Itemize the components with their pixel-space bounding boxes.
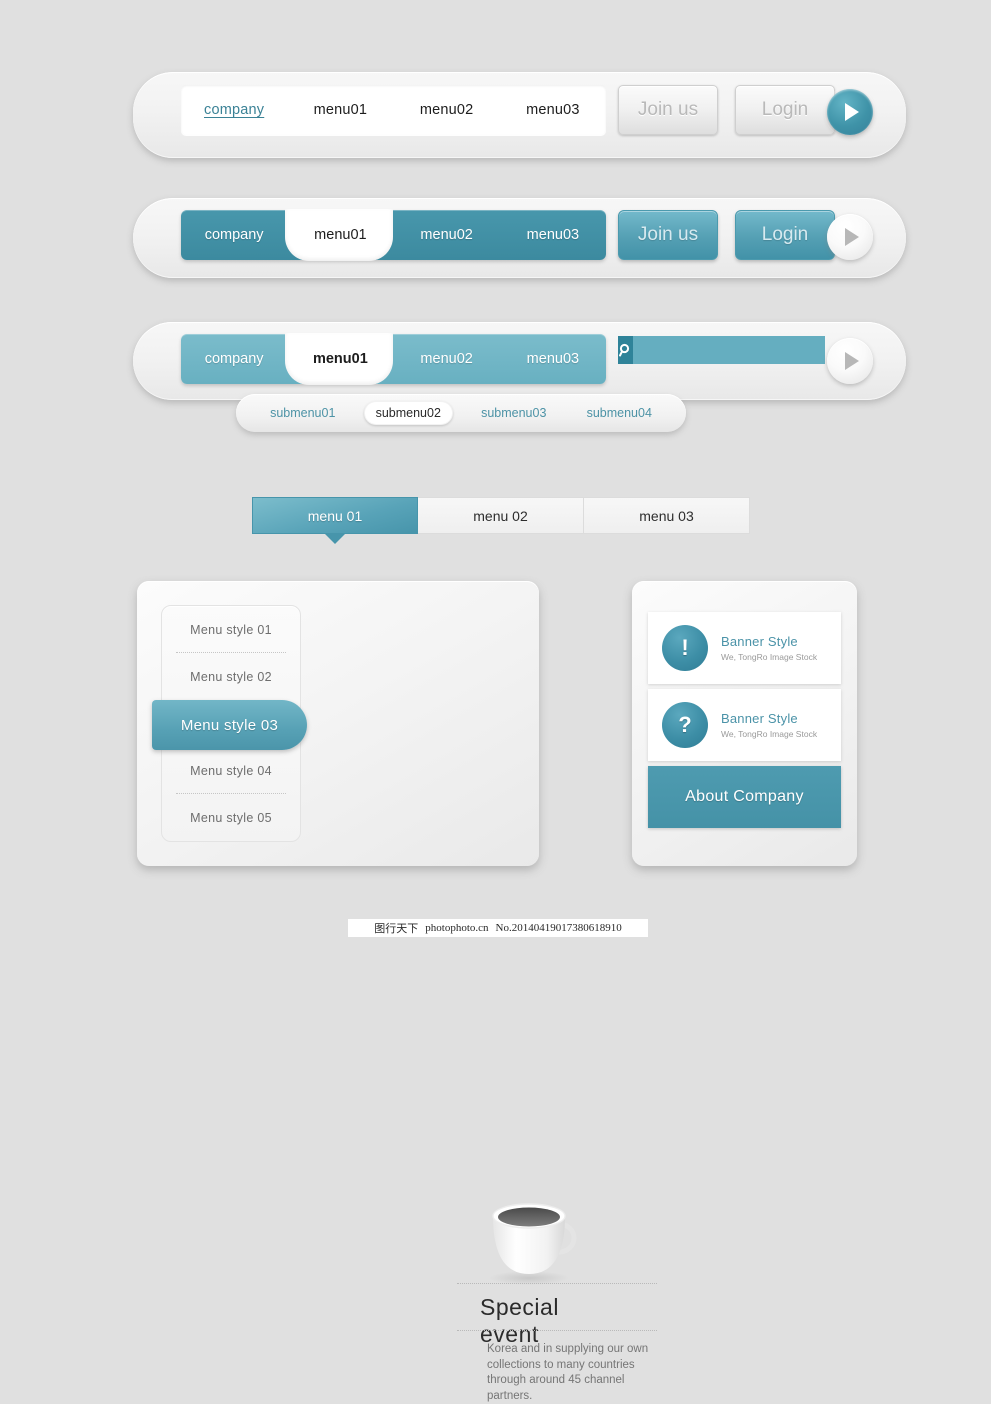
nav-item-company[interactable]: company (181, 227, 287, 243)
search-input[interactable] (633, 336, 825, 364)
tab-menu-02[interactable]: menu 02 (418, 497, 584, 534)
tab-menu-01[interactable]: menu 01 (252, 497, 418, 534)
menu-style-item-03[interactable]: Menu style 03 (152, 700, 307, 750)
nav-item-menu02[interactable]: menu02 (394, 351, 500, 367)
nav-item-company[interactable]: company (181, 351, 287, 367)
nav-bar-style-1: company menu01 menu02 menu03 Join us Log… (133, 72, 906, 158)
banner-title: Banner Style (721, 634, 798, 649)
banner-item[interactable]: ! Banner Style We, TongRo Image Stock (648, 612, 841, 684)
search-icon[interactable] (618, 336, 633, 364)
banner-item[interactable]: ? Banner Style We, TongRo Image Stock (648, 689, 841, 761)
menu-style-item-05[interactable]: Menu style 05 (162, 794, 300, 841)
nav-item-menu03[interactable]: menu03 (500, 351, 606, 367)
tab-row: menu 01 menu 02 menu 03 (252, 497, 750, 534)
content-panel-right: ! Banner Style We, TongRo Image Stock ? … (632, 581, 857, 866)
nav-menu-white: company menu01 menu02 menu03 (181, 85, 606, 135)
nav-item-menu03[interactable]: menu03 (500, 102, 606, 118)
nav-item-menu02[interactable]: menu02 (394, 227, 500, 243)
footer-watermark: 图行天下 photophoto.cn No.201404190173806189… (348, 919, 648, 937)
play-button[interactable] (827, 214, 873, 260)
banner-subtitle: We, TongRo Image Stock (721, 729, 818, 739)
nav-menu-teal: company menu01 menu02 menu03 (181, 209, 606, 261)
menu-style-item-01[interactable]: Menu style 01 (162, 606, 300, 653)
submenu-bar: submenu01 submenu02 submenu03 submenu04 (236, 394, 686, 432)
nav-item-menu02[interactable]: menu02 (394, 102, 500, 118)
login-button[interactable]: Login (735, 210, 835, 260)
divider-top (457, 1283, 657, 1284)
nav-bar-style-3: company menu01 menu02 menu03 (133, 322, 906, 400)
menu-style-item-04[interactable]: Menu style 04 (162, 747, 300, 794)
play-button[interactable] (827, 338, 873, 384)
banner-text: Banner Style We, TongRo Image Stock (721, 711, 817, 739)
content-panel-left: Menu style 01 Menu style 02 Menu style 0… (137, 581, 657, 1402)
nav-item-menu03[interactable]: menu03 (500, 227, 606, 243)
menu-style-item-02[interactable]: Menu style 02 (162, 653, 300, 700)
coffee-cup-image (489, 1203, 577, 1285)
play-triangle-icon (845, 103, 859, 121)
special-event-body: Korea and in supplying our own collectio… (487, 1343, 649, 1402)
tab-menu-03[interactable]: menu 03 (584, 497, 750, 534)
nav-bar-style-2: company menu01 menu02 menu03 Join us Log… (133, 198, 906, 278)
exclamation-icon: ! (662, 625, 708, 671)
submenu-item-04[interactable]: submenu04 (575, 401, 664, 425)
join-us-button[interactable]: Join us (618, 85, 718, 135)
submenu-item-02[interactable]: submenu02 (363, 401, 453, 425)
banner-subtitle: We, TongRo Image Stock (721, 652, 818, 662)
play-button[interactable] (827, 89, 873, 135)
play-triangle-icon (845, 352, 859, 370)
footer-image-id: No.20140419017380618910 (495, 922, 622, 934)
nav-item-menu01[interactable]: menu01 (287, 227, 393, 243)
special-event-title: Special event (480, 1294, 559, 1347)
submenu-item-01[interactable]: submenu01 (258, 401, 347, 425)
divider-bottom (457, 1330, 657, 1331)
submenu-item-03[interactable]: submenu03 (469, 401, 558, 425)
nav-menu-teal-light: company menu01 menu02 menu03 (181, 333, 606, 385)
play-triangle-icon (845, 228, 859, 246)
nav-item-company[interactable]: company (181, 102, 287, 118)
login-button[interactable]: Login (735, 85, 835, 135)
footer-site-cn: 图行天下 (374, 923, 419, 935)
footer-site-url: photophoto.cn (425, 922, 489, 934)
banner-text: Banner Style We, TongRo Image Stock (721, 634, 817, 662)
join-us-button[interactable]: Join us (618, 210, 718, 260)
question-icon: ? (662, 702, 708, 748)
banner-title: Banner Style (721, 711, 798, 726)
menu-style-list: Menu style 01 Menu style 02 Menu style 0… (152, 605, 307, 842)
about-company-button[interactable]: About Company (648, 766, 841, 828)
nav-item-menu01[interactable]: menu01 (287, 351, 393, 367)
nav-item-menu01[interactable]: menu01 (287, 102, 393, 118)
search-box (618, 336, 825, 364)
